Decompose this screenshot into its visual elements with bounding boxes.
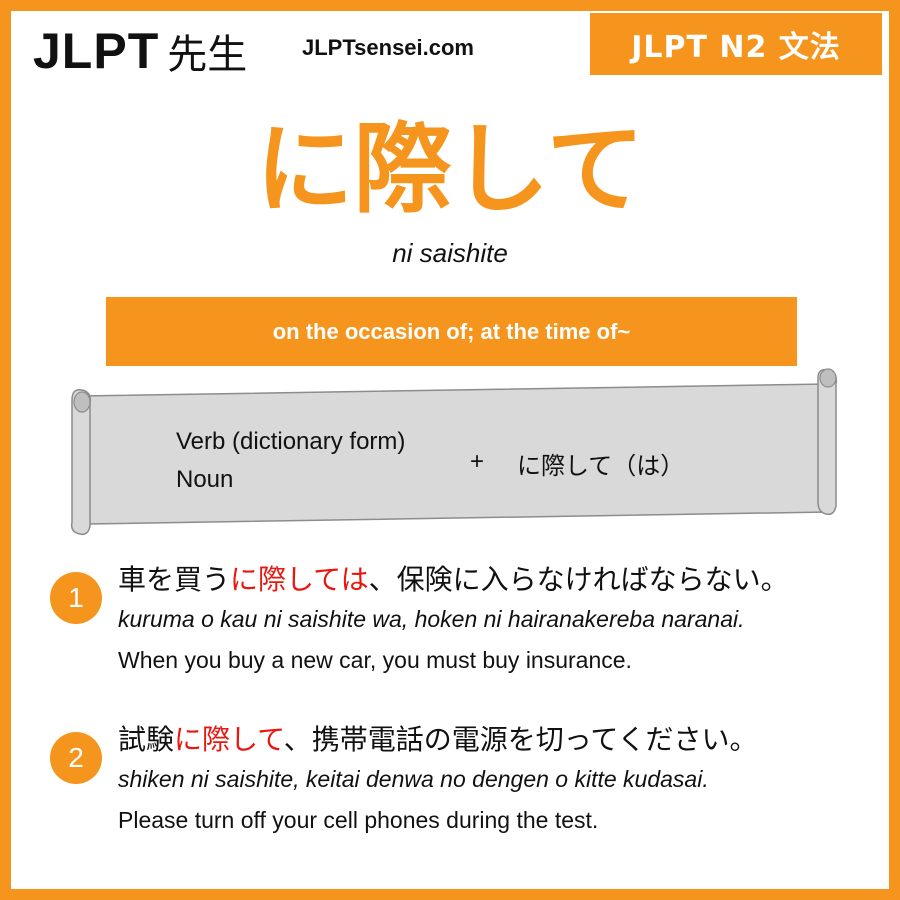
formation-verb: Verb (dictionary form) [176,428,406,455]
scroll-right-curl [817,368,838,516]
scroll-left-roll [73,391,91,413]
example-romaji: shiken ni saishite, keitai denwa no deng… [118,766,709,792]
example-jp-highlight: に際しては [230,563,369,596]
level-badge: JLPT N2 文法 [590,13,882,75]
example-japanese: 車を買うに際しては、保険に入らなければならない。 [118,560,789,600]
example-romaji: kuruma o kau ni saishite wa, hoken ni ha… [118,606,745,632]
example-japanese: 試験に際して、携帯電話の電源を切ってください。 [118,720,758,760]
example-english: Please turn off your cell phones during … [118,807,599,833]
grammar-romaji: ni saishite [392,238,508,268]
example-number-badge: 2 [50,732,102,784]
example-number-badge: 1 [50,572,102,624]
example-jp-after: 、携帯電話の電源を切ってください。 [283,723,758,756]
example-jp-before: 試験 [118,723,175,756]
site-url-link[interactable]: JLPTsensei.com [302,35,474,61]
formation-noun: Noun [176,466,234,493]
formation-plus: + [470,448,485,475]
example-english: When you buy a new car, you must buy ins… [118,647,632,673]
grammar-title: に際して [255,113,645,227]
site-logo[interactable]: JLPT 先生 [33,22,247,80]
logo-latin-text: JLPT [33,23,160,79]
meaning-text: on the occasion of; at the time of~ [272,318,631,344]
example-jp-after: 、保険に入らなければならない。 [368,563,789,596]
formation-scroll: Verb (dictionary form) Noun + に際して（は） [66,366,842,538]
meaning-bar: on the occasion of; at the time of~ [106,297,797,366]
formation-pattern: に際して（は） [517,452,685,480]
example-jp-before: 車を買う [118,563,231,596]
logo-kanji-text: 先生 [167,32,248,78]
scroll-right-roll [819,368,837,388]
example-jp-highlight: に際して [174,723,284,756]
